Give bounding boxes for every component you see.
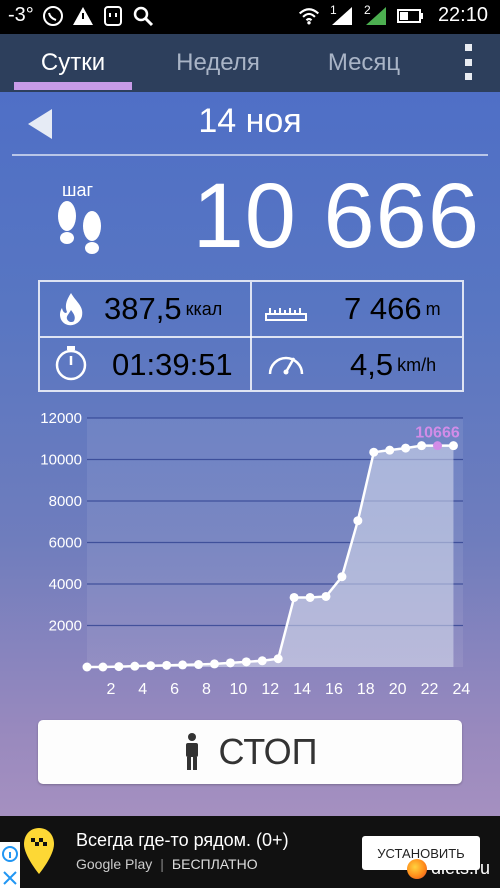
x-tick-label: 12 <box>261 681 279 698</box>
watermark: diets.ru <box>406 858 490 879</box>
data-point <box>273 654 283 664</box>
ad-info-badge[interactable] <box>0 842 20 888</box>
steps-count: 10 666 <box>192 165 480 267</box>
speedometer-icon <box>268 356 304 375</box>
data-point <box>162 660 172 670</box>
orange-logo-icon <box>406 858 427 879</box>
stopwatch-icon <box>55 346 87 381</box>
data-point <box>194 660 204 670</box>
calories-number: 387,5 <box>104 291 182 326</box>
distance-value: 7 466 m <box>344 291 441 327</box>
ad-price: БЕСПЛАТНО <box>171 856 258 872</box>
data-point <box>401 443 411 453</box>
x-tick-label: 22 <box>421 681 439 698</box>
data-point <box>321 591 331 601</box>
y-tick-label: 4000 <box>49 576 82 593</box>
data-point <box>305 592 315 602</box>
x-tick-label: 20 <box>389 681 407 698</box>
x-tick-label: 4 <box>138 681 147 698</box>
wifi-icon <box>298 5 320 27</box>
taxi-logo-icon <box>24 828 54 874</box>
data-point <box>225 658 235 668</box>
ad-banner[interactable]: Всегда где-то рядом. (0+) Google Play | БЕ… <box>0 816 500 888</box>
data-point <box>448 441 458 451</box>
status-bar: -3° 1 2 22:10 <box>0 0 500 34</box>
data-point <box>417 441 427 451</box>
divider <box>12 154 488 156</box>
calories-unit: ккал <box>185 299 223 319</box>
y-tick-label: 2000 <box>49 618 82 635</box>
x-tick-label: 14 <box>293 681 311 698</box>
battery-icon <box>396 5 426 27</box>
data-point <box>130 661 140 671</box>
data-point <box>114 662 124 672</box>
ruler-icon <box>265 308 307 321</box>
back-arrow-icon[interactable] <box>26 107 54 141</box>
data-point <box>209 659 219 669</box>
warning-icon <box>72 5 94 27</box>
active-tab-indicator <box>14 82 132 90</box>
person-icon <box>186 733 199 770</box>
distance-unit: m <box>425 299 441 319</box>
device-icon <box>102 5 124 27</box>
clock: 22:10 <box>437 4 488 26</box>
data-point <box>289 592 299 602</box>
watermark-text: diets.ru <box>430 858 490 878</box>
duration-value: 01:39:51 <box>112 347 233 382</box>
x-tick-label: 16 <box>325 681 343 698</box>
viber-icon <box>42 5 64 27</box>
tab-month[interactable]: Месяц <box>312 34 416 92</box>
ad-subtitle: Google Play | БЕСПЛАТНО <box>76 856 258 872</box>
dot-icon <box>464 58 472 66</box>
calories-value: 387,5 ккал <box>104 291 222 327</box>
data-point <box>257 656 267 666</box>
x-tick-label: 18 <box>357 681 375 698</box>
data-point <box>433 441 443 451</box>
x-tick-label: 24 <box>453 681 471 698</box>
data-label: 10666 <box>415 425 460 442</box>
data-point <box>337 572 347 582</box>
speed-value: 4,5 km/h <box>350 347 436 383</box>
overflow-menu-button[interactable] <box>456 42 480 82</box>
data-point <box>146 661 156 671</box>
data-point <box>98 662 108 672</box>
distance-number: 7 466 <box>344 291 422 326</box>
footprints-icon <box>58 201 101 254</box>
steps-chart: 200040006000800010000120002 4 6 8 10 12 14 16 18… <box>40 410 471 698</box>
stop-button-label: СТОП <box>218 731 318 772</box>
data-point <box>82 662 92 672</box>
tab-week[interactable]: Неделя <box>158 34 278 92</box>
sim2-label: 2 <box>363 2 371 17</box>
stop-button[interactable]: СТОП <box>38 720 462 784</box>
x-tick-label: 6 <box>170 681 179 698</box>
speed-unit: km/h <box>397 355 437 375</box>
date-title: 14 ноя <box>198 102 302 140</box>
signal-icon-2: 2 <box>362 2 388 27</box>
data-point <box>178 660 188 670</box>
y-tick-label: 6000 <box>49 535 82 552</box>
x-tick-label: 8 <box>202 681 211 698</box>
search-icon <box>132 5 154 27</box>
sim1-label: 1 <box>329 2 337 17</box>
main-content: 14 ноя шаг 10 666 387,5 ккал 7 466 m 01:… <box>0 92 500 816</box>
y-tick-label: 8000 <box>49 493 82 510</box>
speed-number: 4,5 <box>350 347 394 382</box>
ad-store: Google Play <box>76 856 153 872</box>
data-point <box>369 447 379 457</box>
grid-divider <box>40 336 462 338</box>
ad-title: Всегда где-то рядом. (0+) <box>76 830 289 850</box>
data-point <box>241 657 251 667</box>
y-tick-label: 10000 <box>40 452 82 469</box>
data-point <box>385 445 395 455</box>
dot-icon <box>464 73 472 80</box>
x-tick-label: 2 <box>106 681 115 698</box>
y-tick-label: 12000 <box>40 410 82 427</box>
temperature-readout: -3° <box>8 4 34 26</box>
signal-icon: 1 <box>328 2 354 27</box>
x-tick-label: 10 <box>229 681 247 698</box>
flame-icon <box>60 293 83 326</box>
data-point <box>353 516 363 526</box>
dot-icon <box>464 44 472 51</box>
stats-grid: 387,5 ккал 7 466 m 01:39:51 4,5 km/h <box>38 280 464 392</box>
